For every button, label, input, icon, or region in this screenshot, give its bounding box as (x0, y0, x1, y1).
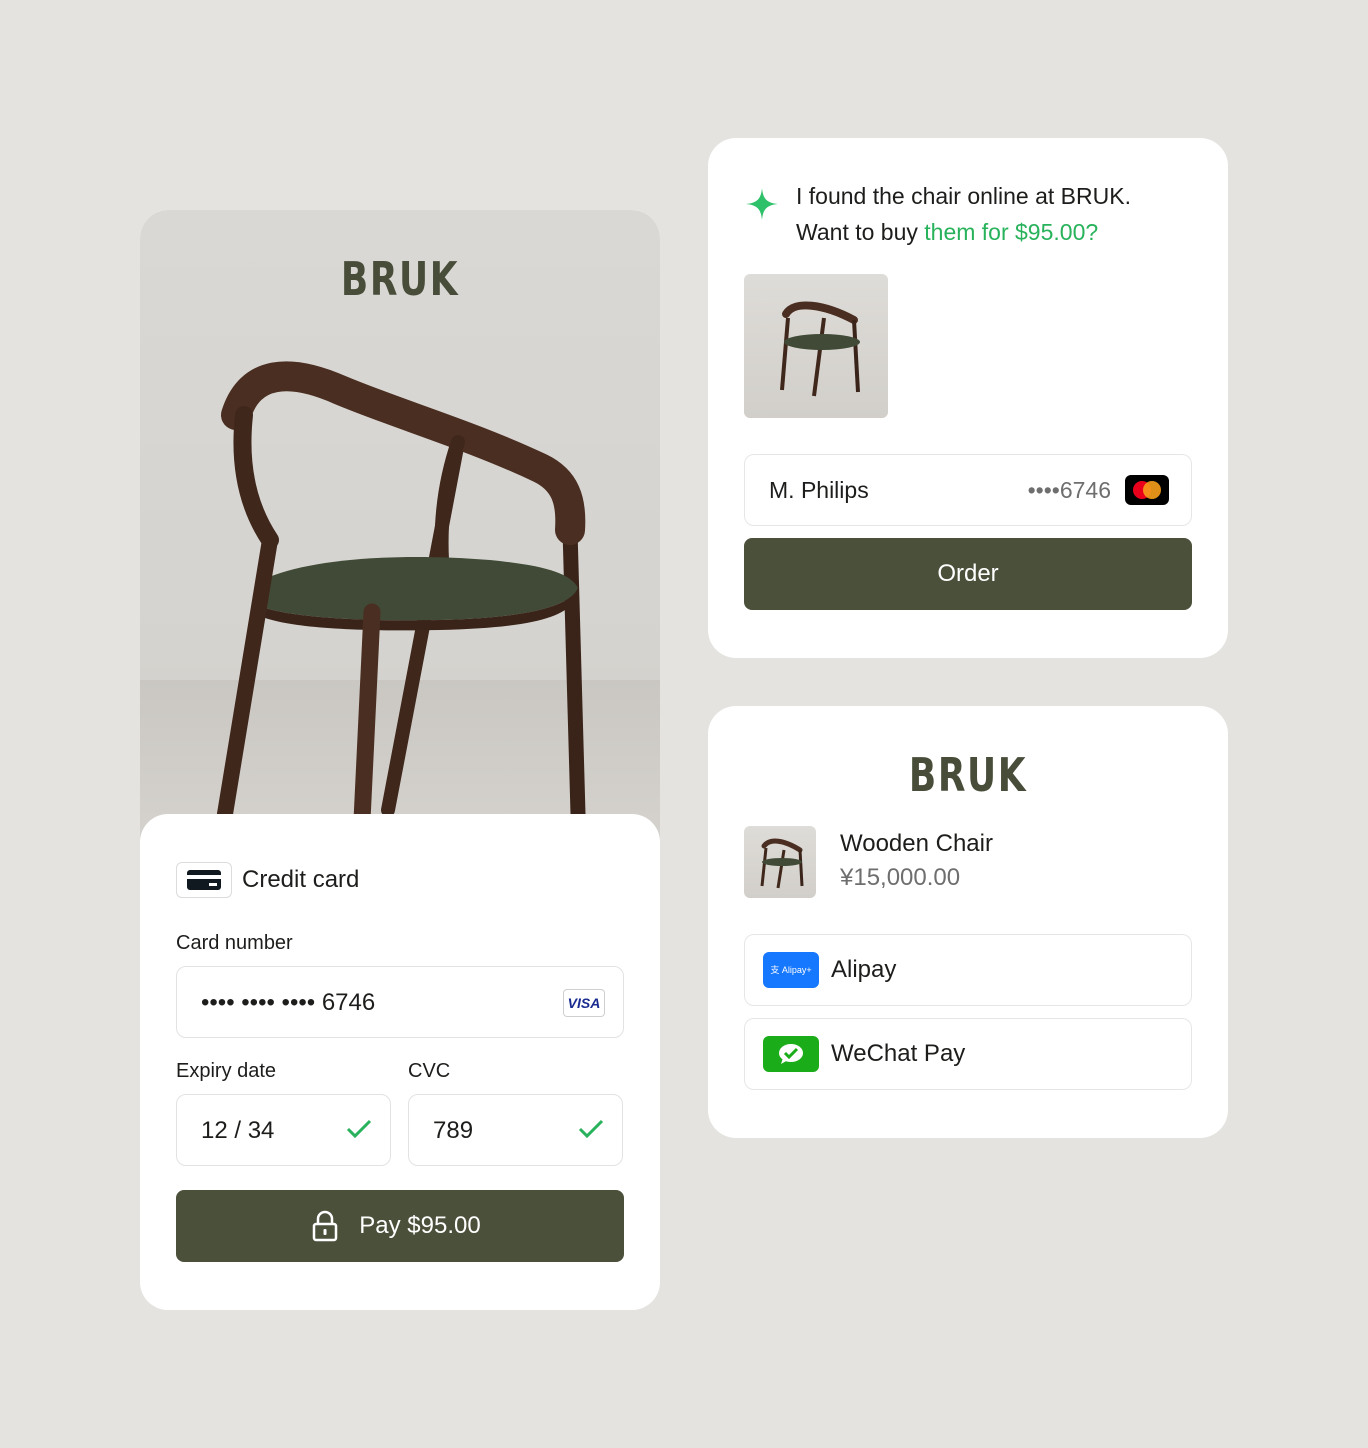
alipay-icon: 支 Alipay+ (763, 952, 819, 988)
saved-card-row[interactable]: M. Philips ••••6746 (744, 454, 1192, 526)
wechat-icon (763, 1036, 819, 1072)
sparkle-icon (746, 188, 778, 220)
cvc-value: 789 (433, 1117, 474, 1144)
chair-illustration (216, 361, 586, 829)
lock-icon (312, 1210, 338, 1242)
credit-card-form: Credit card Card number •••• •••• •••• 6… (140, 814, 660, 1310)
message-line-2: Want to buy (796, 219, 925, 245)
assistant-message: I found the chair online at BRUK. Want t… (796, 178, 1196, 250)
wechat-pay-label: WeChat Pay (831, 1040, 966, 1067)
card-number-input[interactable]: •••• •••• •••• 6746 VISA (176, 966, 624, 1038)
chair-thumbnail[interactable] (744, 274, 888, 418)
card-number-value: •••• •••• •••• 6746 (201, 989, 376, 1016)
cvc-label: CVC (408, 1060, 451, 1082)
cvc-input[interactable]: 789 (408, 1094, 623, 1166)
visa-icon: VISA (563, 989, 605, 1017)
message-line-1: I found the chair online at BRUK. (796, 183, 1131, 209)
mastercard-icon (1125, 475, 1169, 505)
expiry-value: 12 / 34 (201, 1117, 275, 1144)
item-name: Wooden Chair (840, 830, 993, 857)
wechat-pay-option[interactable]: WeChat Pay (744, 1018, 1192, 1090)
credit-card-icon (176, 862, 232, 898)
chair-photo: BRUK (140, 210, 660, 850)
checkout-card: BRUK Wooden Chair ¥15,000.00 支 Alipay+ A… (708, 706, 1228, 1138)
expiry-input[interactable]: 12 / 34 (176, 1094, 391, 1166)
card-number-label: Card number (176, 932, 293, 954)
alipay-option[interactable]: 支 Alipay+ Alipay (744, 934, 1192, 1006)
message-price-highlight: them for $95.00? (924, 219, 1099, 245)
check-icon (578, 1119, 604, 1139)
item-thumbnail (744, 826, 816, 898)
pay-button-label: Pay $95.00 (359, 1212, 481, 1239)
order-button[interactable]: Order (744, 538, 1192, 610)
pay-button[interactable]: Pay $95.00 (176, 1190, 624, 1262)
check-icon (346, 1119, 372, 1139)
card-digits: ••••6746 (1027, 477, 1111, 503)
assistant-message-card: I found the chair online at BRUK. Want t… (708, 138, 1228, 658)
item-price: ¥15,000.00 (840, 864, 961, 891)
payment-method-title: Credit card (242, 866, 360, 893)
expiry-label: Expiry date (176, 1060, 277, 1082)
payer-name: M. Philips (769, 477, 869, 503)
product-payment-card: BRUK Credit card Card number •••• •••• •… (140, 210, 660, 1310)
alipay-label: Alipay (831, 956, 897, 983)
brand-logo: BRUK (908, 748, 1028, 802)
